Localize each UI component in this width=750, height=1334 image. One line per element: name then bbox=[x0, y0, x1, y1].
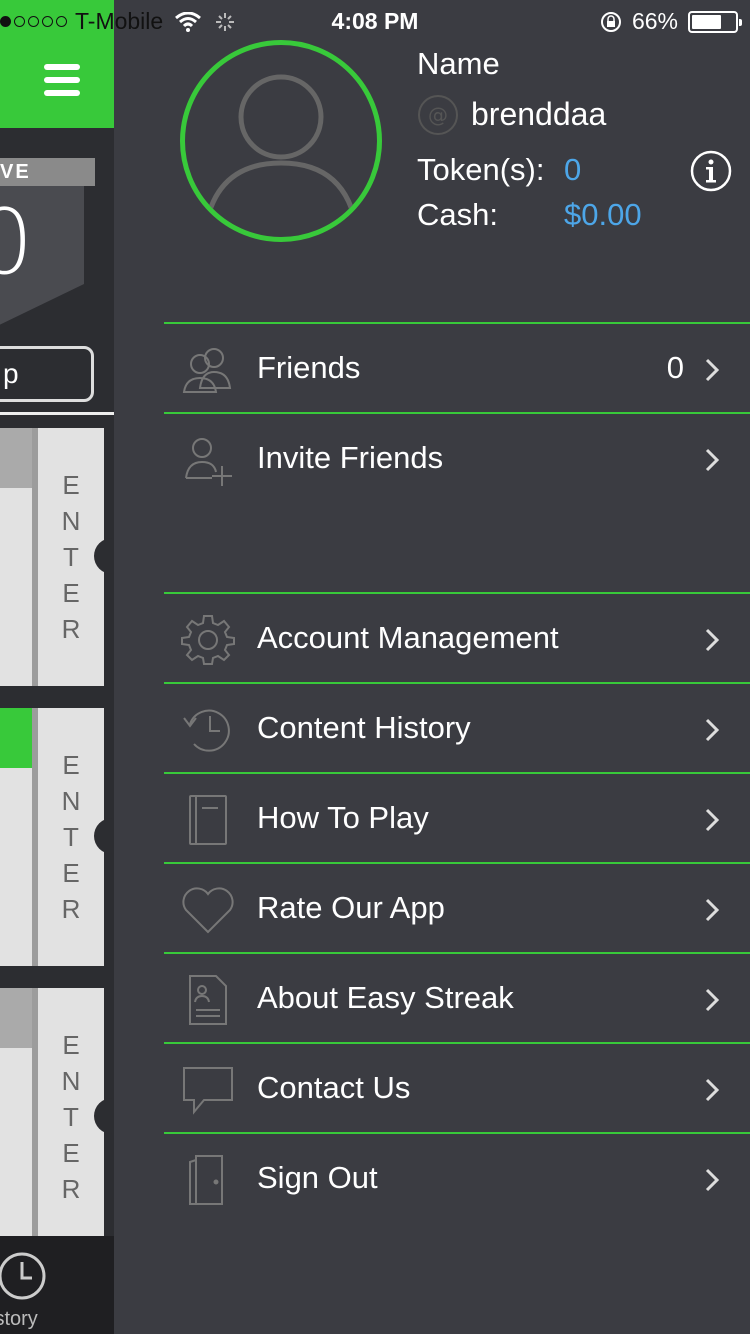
enter-letter: E bbox=[62, 470, 80, 500]
enter-letter: N bbox=[61, 786, 81, 816]
left-button[interactable]: p bbox=[0, 346, 94, 402]
background-screen: VE 0 p E N T E R E N T E R E N T E R tor… bbox=[0, 0, 114, 1334]
enter-letter: R bbox=[61, 894, 81, 924]
chevron-right-icon bbox=[705, 358, 720, 382]
enter-letter: T bbox=[63, 1102, 79, 1132]
menu-label: How To Play bbox=[257, 800, 429, 835]
menu-item-about-easy-streak[interactable]: About Easy Streak bbox=[164, 952, 750, 1042]
enter-letter: T bbox=[63, 822, 79, 852]
enter-letter: N bbox=[61, 506, 81, 536]
profile-username: brenddaa bbox=[471, 96, 607, 132]
chevron-right-icon bbox=[705, 1078, 720, 1102]
menu-item-rate-our-app[interactable]: Rate Our App bbox=[164, 862, 750, 952]
game-card[interactable]: E N T E R bbox=[0, 708, 114, 966]
menu-label: Sign Out bbox=[257, 1160, 378, 1195]
user-silhouette-icon bbox=[202, 74, 360, 232]
card-body bbox=[0, 1048, 32, 1246]
enter-letter: N bbox=[61, 1066, 81, 1096]
chevron-right-icon bbox=[705, 898, 720, 922]
info-icon[interactable] bbox=[690, 150, 732, 192]
token-value: 0 bbox=[564, 152, 582, 187]
status-bar: T-Mobile 4:08 PM 66% bbox=[0, 0, 750, 40]
tab-history-label[interactable]: istory bbox=[0, 1308, 38, 1331]
side-menu: Name @ brenddaa Token(s): 0 Cash: $0.00 … bbox=[114, 0, 750, 1334]
enter-letter: E bbox=[62, 1138, 80, 1168]
menu-label: Content History bbox=[257, 710, 471, 745]
at-sign-icon: @ bbox=[418, 95, 458, 135]
rotation-lock-icon bbox=[600, 11, 621, 32]
profile-name-label: Name bbox=[417, 46, 500, 81]
enter-letter: E bbox=[62, 858, 80, 888]
book-icon bbox=[189, 795, 227, 845]
enter-letter: R bbox=[61, 614, 81, 644]
chat-bubble-icon bbox=[183, 1067, 233, 1115]
chevron-right-icon bbox=[705, 988, 720, 1012]
door-icon bbox=[189, 1155, 223, 1205]
hamburger-menu-icon[interactable] bbox=[44, 64, 80, 96]
chevron-right-icon bbox=[705, 808, 720, 832]
enter-letter: E bbox=[62, 1030, 80, 1060]
chevron-right-icon bbox=[705, 628, 720, 652]
friends-icon bbox=[182, 348, 232, 393]
document-icon bbox=[189, 975, 227, 1025]
enter-letter: T bbox=[63, 542, 79, 572]
battery-icon bbox=[688, 10, 742, 33]
menu-item-how-to-play[interactable]: How To Play bbox=[164, 772, 750, 862]
enter-letter: E bbox=[62, 750, 80, 780]
menu-label: Friends bbox=[257, 350, 361, 385]
chevron-right-icon bbox=[705, 1168, 720, 1192]
heart-icon bbox=[182, 887, 234, 934]
menu-item-contact-us[interactable]: Contact Us bbox=[164, 1042, 750, 1132]
card-body bbox=[0, 768, 32, 966]
menu-list: Friends 0 Invite Friends Account Managem… bbox=[164, 322, 750, 1222]
token-label: Token(s): bbox=[417, 152, 545, 187]
left-ribbon: VE bbox=[0, 158, 95, 186]
card-body bbox=[0, 488, 32, 686]
menu-label: Contact Us bbox=[257, 1070, 411, 1105]
menu-label: Account Management bbox=[257, 620, 559, 655]
menu-label: About Easy Streak bbox=[257, 980, 514, 1015]
card-header bbox=[0, 428, 32, 488]
chevron-right-icon bbox=[705, 448, 720, 472]
history-icon bbox=[183, 709, 230, 752]
cash-value: $0.00 bbox=[564, 197, 642, 232]
game-card[interactable]: E N T E R bbox=[0, 428, 114, 686]
menu-item-content-history[interactable]: Content History bbox=[164, 682, 750, 772]
menu-item-friends[interactable]: Friends 0 bbox=[164, 322, 750, 412]
menu-item-sign-out[interactable]: Sign Out bbox=[164, 1132, 750, 1222]
menu-item-account-management[interactable]: Account Management bbox=[164, 592, 750, 682]
left-divider bbox=[0, 412, 114, 415]
menu-item-invite-friends[interactable]: Invite Friends bbox=[164, 412, 750, 502]
cash-label: Cash: bbox=[417, 197, 498, 232]
battery-percent: 66% bbox=[631, 8, 678, 34]
card-header bbox=[0, 708, 32, 768]
menu-label: Rate Our App bbox=[257, 890, 445, 925]
tab-bar: istory bbox=[0, 1236, 114, 1334]
card-header bbox=[0, 988, 32, 1048]
menu-label: Invite Friends bbox=[257, 440, 444, 475]
game-card[interactable]: E N T E R bbox=[0, 988, 114, 1246]
svg-text:@: @ bbox=[428, 103, 448, 127]
chevron-right-icon bbox=[705, 718, 720, 742]
history-tab-icon[interactable] bbox=[0, 1250, 48, 1302]
gear-icon bbox=[181, 615, 235, 665]
enter-letter: E bbox=[62, 578, 80, 608]
enter-letter: R bbox=[61, 1174, 81, 1204]
invite-friends-icon bbox=[185, 438, 232, 486]
friends-count: 0 bbox=[666, 350, 684, 385]
avatar[interactable] bbox=[180, 40, 382, 242]
left-big-number: 0 bbox=[0, 190, 34, 295]
